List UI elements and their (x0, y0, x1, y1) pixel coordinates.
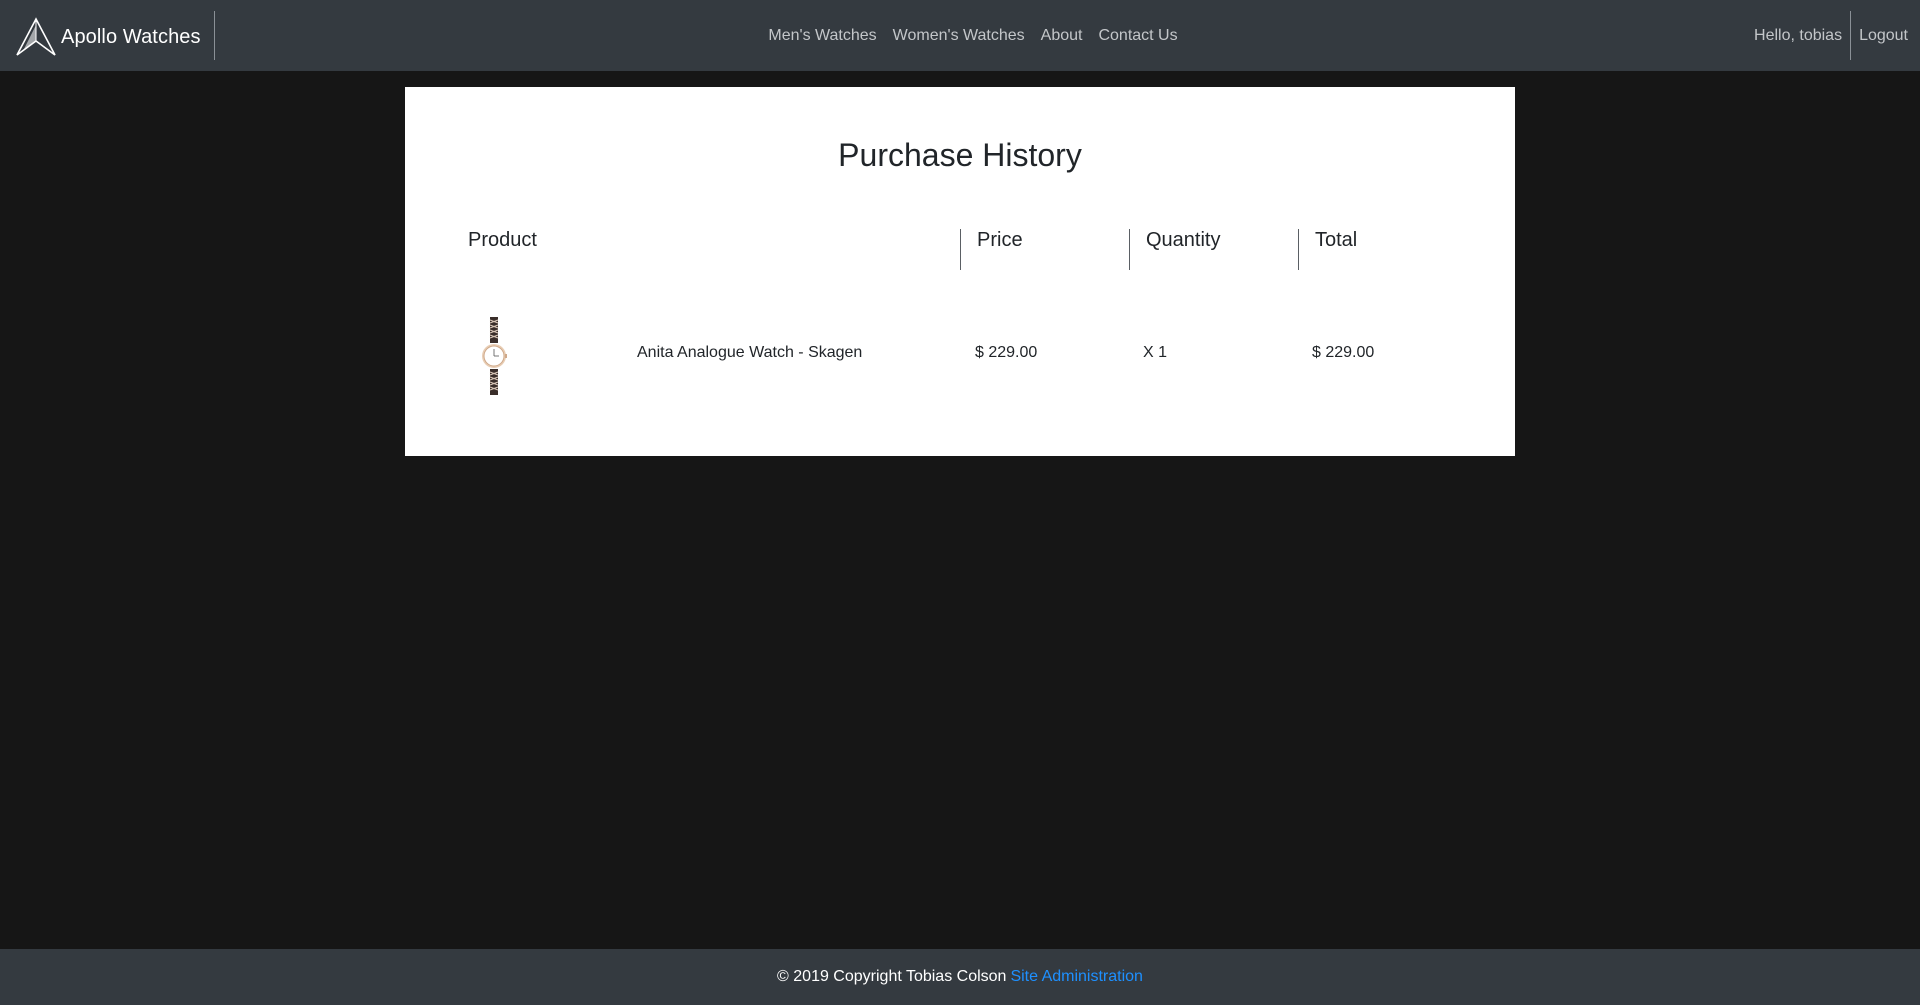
nav-contact-us[interactable]: Contact Us (1098, 27, 1177, 45)
product-name[interactable]: Anita Analogue Watch - Skagen (637, 344, 862, 362)
purchase-history-card: Purchase History Product Price Quantity … (405, 87, 1515, 456)
column-header-total: Total (1315, 229, 1358, 251)
user-nav: Hello, tobias Logout (1754, 0, 1920, 71)
nav-womens-watches[interactable]: Women's Watches (893, 27, 1025, 45)
site-administration-link[interactable]: Site Administration (1010, 968, 1143, 986)
footer: © 2019 Copyright Tobias Colson Site Admi… (0, 949, 1920, 1005)
product-quantity: X 1 (1143, 344, 1168, 361)
product-total: $ 229.00 (1312, 344, 1375, 361)
top-navbar: Apollo Watches Men's Watches Women's Wat… (0, 0, 1920, 71)
product-price: $ 229.00 (975, 344, 1038, 361)
column-divider (960, 229, 961, 270)
wristwatch-image[interactable] (481, 317, 507, 395)
column-divider (1129, 229, 1130, 270)
logout-link[interactable]: Logout (1851, 27, 1920, 45)
nav-about[interactable]: About (1041, 27, 1083, 45)
nav-mens-watches[interactable]: Men's Watches (768, 27, 876, 45)
page-title: Purchase History (838, 137, 1082, 173)
copyright-text: © 2019 Copyright Tobias Colson (777, 968, 1007, 985)
column-divider (1298, 229, 1299, 270)
column-header-product: Product (468, 229, 537, 251)
main-nav: Men's Watches Women's Watches About Cont… (0, 0, 1920, 71)
column-header-quantity: Quantity (1146, 229, 1221, 251)
user-greeting[interactable]: Hello, tobias (1754, 27, 1850, 45)
column-header-price: Price (977, 229, 1023, 251)
